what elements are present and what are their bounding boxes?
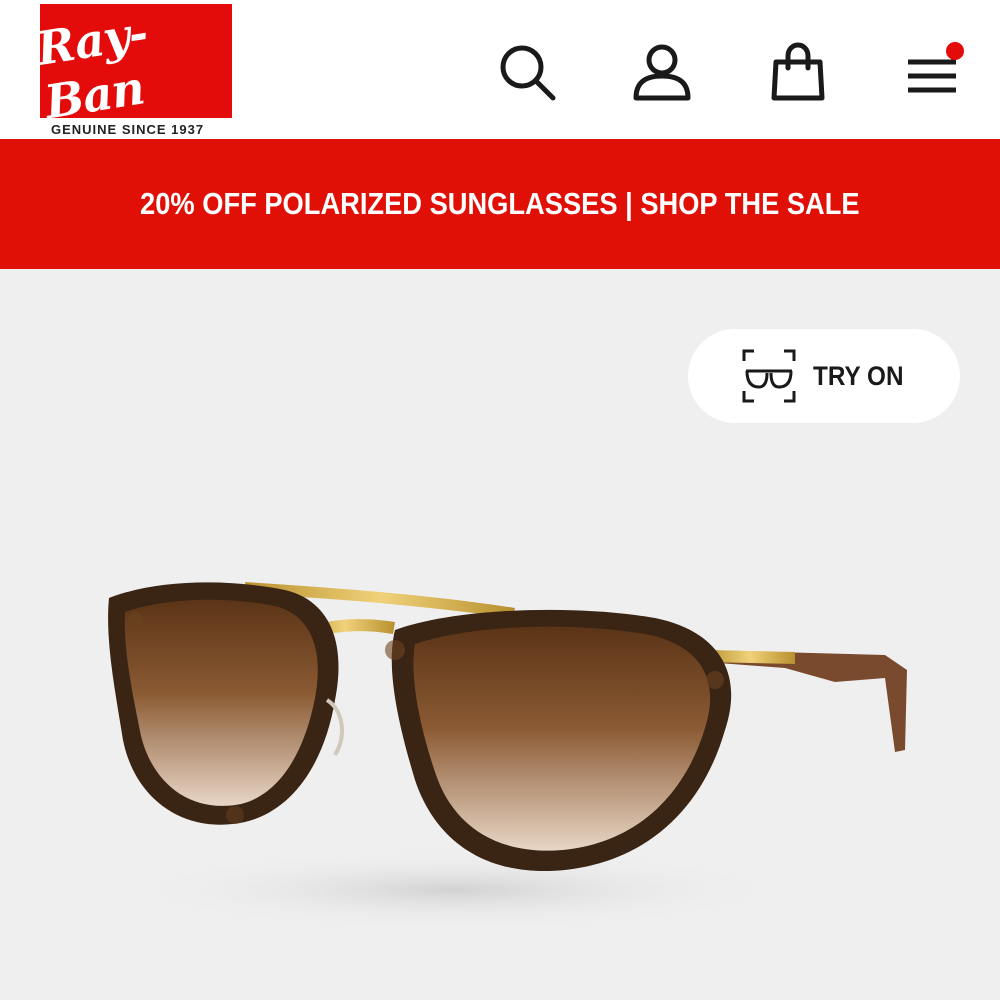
site-header: Ray-Ban GENUINE SINCE 1937 (0, 0, 1000, 139)
rayban-logo[interactable]: Ray-Ban (40, 4, 232, 118)
logo-tagline: GENUINE SINCE 1937 (51, 122, 205, 137)
logo-wordmark: Ray-Ban (40, 5, 151, 118)
try-on-label: TRY ON (812, 360, 904, 391)
promo-banner[interactable]: 20% OFF POLARIZED SUNGLASSES | SHOP THE … (0, 139, 1000, 269)
sunglasses-illustration (108, 582, 907, 930)
glasses-scan-icon (742, 349, 796, 403)
menu-button[interactable] (904, 40, 968, 104)
cart-button[interactable] (766, 40, 830, 104)
search-button[interactable] (495, 40, 559, 104)
product-image (95, 560, 925, 940)
try-on-button[interactable]: TRY ON (688, 329, 960, 423)
search-icon (500, 45, 556, 101)
shopping-bag-icon (771, 42, 825, 101)
account-button[interactable] (630, 40, 694, 104)
promo-text: 20% OFF POLARIZED SUNGLASSES | SHOP THE … (140, 186, 860, 221)
notification-dot (946, 42, 964, 60)
user-icon (633, 44, 691, 101)
